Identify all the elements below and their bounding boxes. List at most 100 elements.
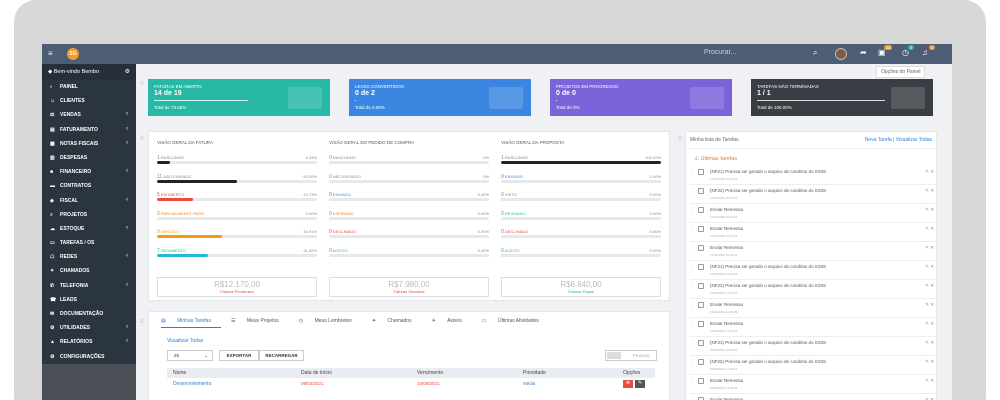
todo-checkbox[interactable] (698, 264, 704, 270)
tab-5[interactable]: ▭ Últimas Atividades (482, 318, 549, 324)
sidebar-item-vendas[interactable]: ⚖ VENDAS ‹ (42, 108, 136, 122)
todo-item[interactable]: ⋮ Enviar Remessa 17/11/2020 15:46:37 ✎ ✕ (690, 242, 936, 261)
stat-card[interactable]: TAREFAS NÃO TERMINADAS 1 / 1 Total de 100.… (751, 79, 933, 116)
view-all-link[interactable]: Visualizar Todas (167, 338, 203, 344)
sidebar-item-relat-rios[interactable]: ▲ RELATÓRIOS ‹ (42, 335, 136, 349)
invoice-total-box[interactable]: R$7.980,00 Faturas Vencidas (329, 277, 489, 297)
drag-handle-icon[interactable]: ⋮ (690, 378, 695, 384)
todo-item[interactable]: ⋮Enviar Remessa09/03/2021 11:39:45✎ ✕ (690, 394, 936, 400)
todo-checkbox[interactable] (698, 283, 704, 289)
todo-checkbox[interactable] (698, 359, 704, 365)
todo-item[interactable]: ⋮ (NF21) Precisa ser gerado o arquivo de … (690, 166, 936, 185)
todo-view-all-link[interactable]: Visualizar Todas (896, 137, 932, 143)
sidebar-item-clientes[interactable]: ☺ CLIENTES (42, 94, 136, 108)
global-search-input[interactable]: Procurar... (704, 49, 824, 56)
sidebar-item-financeiro[interactable]: ■ FINANCEIRO ‹ (42, 165, 136, 179)
todo-item[interactable]: ⋮ (NF21) Precisa ser gerado o arquivo de … (690, 337, 936, 356)
todo-item[interactable]: ⋮ Enviar Remessa 19/01/2021 11:26:33 ✎ ✕ (690, 299, 936, 318)
drag-handle-icon[interactable]: ⋮ (690, 340, 695, 346)
close-icon[interactable]: ✕ (930, 264, 934, 269)
drag-handle-icon[interactable]: ⋮ (690, 245, 695, 251)
todo-item[interactable]: ⋮ Enviar Remessa 17/11/2020 15:46:19 ✎ ✕ (690, 223, 936, 242)
drag-handle-icon[interactable]: ⋮ (690, 321, 695, 327)
drag-handle-icon[interactable]: ⋮ (690, 207, 695, 213)
drag-handle-icon[interactable]: ⋮ (690, 359, 695, 365)
table-row[interactable]: Desenvolvimento 09/03/2021 10/06/2021 Mé… (167, 379, 655, 391)
todo-checkbox[interactable] (698, 378, 704, 384)
reload-button[interactable]: RECARREGAR (259, 350, 304, 361)
todo-item[interactable]: ⋮ (NF21) Precisa ser gerado o arquivo de … (690, 261, 936, 280)
todo-checkbox[interactable] (698, 226, 704, 232)
sidebar-item-tarefas-os[interactable]: ▭ TAREFAS / OS (42, 236, 136, 250)
close-icon[interactable]: ✕ (930, 169, 934, 174)
sidebar-item-fiscal[interactable]: ◈ FISCAL ‹ (42, 194, 136, 208)
export-button[interactable]: EXPORTAR (219, 350, 259, 361)
drag-handle-icon[interactable]: ⋮ (690, 226, 695, 232)
todo-item[interactable]: ⋮ Enviar Remessa 19/01/2021 11:26:37 ✎ ✕ (690, 318, 936, 337)
share-icon[interactable]: ➦ (860, 48, 867, 57)
drag-handle-icon[interactable]: ⋮ (690, 264, 695, 270)
todo-checkbox[interactable] (698, 245, 704, 251)
page-size-select[interactable]: 25 ⌄ (167, 350, 213, 361)
edit-icon[interactable]: ✎ (635, 380, 645, 388)
task-name[interactable]: Desenvolvimento (173, 381, 211, 387)
column-header[interactable]: Nome (173, 370, 186, 376)
close-icon[interactable]: ✕ (930, 283, 934, 288)
close-icon[interactable]: ✕ (930, 321, 934, 326)
todo-checkbox[interactable] (698, 188, 704, 194)
todo-item[interactable]: ⋮ Enviar Remessa 17/11/2020 15:46:01 ✎ ✕ (690, 204, 936, 223)
sidebar-item-despesas[interactable]: ▥ DESPESAS (42, 151, 136, 165)
invoice-total-box[interactable]: R$12.170,00 Faturas Pendentes (157, 277, 317, 297)
drag-handle-icon[interactable]: ≡ (678, 136, 682, 142)
stat-card[interactable]: LEADS CONVERTIDOS 0 de 2 Total de 0.00% (349, 79, 531, 116)
column-header[interactable]: Opções (623, 370, 640, 376)
sidebar-item-estoque[interactable]: ☁ ESTOQUE ‹ (42, 222, 136, 236)
tab-1[interactable]: ☰ Meus Projetos (231, 318, 289, 324)
close-icon[interactable]: ✕ (930, 245, 934, 250)
todo-item[interactable]: ⋮ (NF22) Precisa ser gerado o arquivo de … (690, 356, 936, 375)
new-task-link[interactable]: Nova Tarefa (865, 137, 892, 143)
tab-3[interactable]: ✦ Chamados (372, 318, 422, 324)
stat-card[interactable]: FATURAS EM ABERTO 14 de 19 Total de 73.68% (148, 79, 330, 116)
invoice-total-box[interactable]: R$6.840,00 Faturas Pagas (501, 277, 661, 297)
app-logo[interactable]: SG (67, 48, 79, 60)
sidebar-settings-icon[interactable]: ⚙ (125, 68, 130, 75)
sidebar-item-chamados[interactable]: ✦ CHAMADOS (42, 264, 136, 278)
sidebar-item-telefonia[interactable]: ✆ TELEFONIA ‹ (42, 279, 136, 293)
sidebar-item-redes[interactable]: ☖ REDES ‹ (42, 250, 136, 264)
user-avatar[interactable] (835, 48, 847, 60)
close-icon[interactable]: ✕ (930, 188, 934, 193)
close-icon[interactable]: ✕ (930, 226, 934, 231)
todo-checkbox[interactable] (698, 302, 704, 308)
column-header[interactable]: Prioridade (523, 370, 546, 376)
tab-0[interactable]: ▤ Minhas Tarefas (161, 318, 221, 328)
bell-icon[interactable]: ♫ (922, 48, 928, 57)
drag-handle-icon[interactable]: ⋮ (690, 169, 695, 175)
close-icon[interactable]: ✕ (930, 207, 934, 212)
todo-checkbox[interactable] (698, 207, 704, 213)
sidebar-item-utilidades[interactable]: ⚙ UTILIDADES ‹ (42, 321, 136, 335)
sidebar-item-painel[interactable]: ◐ PAINEL (42, 80, 136, 94)
sidebar-item-leads[interactable]: ☎ LEADS (42, 293, 136, 307)
tab-2[interactable]: ◷ Meus Lembretes (299, 318, 362, 324)
tab-4[interactable]: ✈ Avisos (432, 318, 472, 324)
todo-item[interactable]: ⋮ (NF22) Precisa ser gerado o arquivo de … (690, 280, 936, 299)
drag-handle-icon[interactable]: ≡ (140, 81, 144, 87)
column-header[interactable]: Data de Início (301, 370, 332, 376)
sidebar-item-projetos[interactable]: ≡ PROJETOS (42, 208, 136, 222)
todo-item[interactable]: ⋮ Enviar Remessa 09/03/2021 11:39:35 ✎ ✕ (690, 375, 936, 394)
close-icon[interactable]: ✕ (930, 378, 934, 383)
sidebar-item-documenta-o[interactable]: ✉ DOCUMENTAÇÃO (42, 307, 136, 321)
drag-handle-icon[interactable]: ≡ (140, 136, 144, 142)
todo-checkbox[interactable] (698, 169, 704, 175)
sidebar-item-notas-fiscais[interactable]: ▦ NOTAS FISCAIS ‹ (42, 137, 136, 151)
drag-handle-icon[interactable]: ⋮ (690, 302, 695, 308)
close-icon[interactable]: ✕ (930, 340, 934, 345)
search-icon[interactable]: ⌕ (813, 48, 817, 58)
close-icon[interactable]: ✕ (930, 302, 934, 307)
todo-checkbox[interactable] (698, 321, 704, 327)
close-icon[interactable]: ✕ (930, 359, 934, 364)
dashboard-options-button[interactable]: Opções do Painel (876, 66, 926, 78)
drag-handle-icon[interactable]: ≡ (140, 319, 144, 325)
todo-item[interactable]: ⋮ (NF22) Precisa ser gerado o arquivo de … (690, 185, 936, 204)
